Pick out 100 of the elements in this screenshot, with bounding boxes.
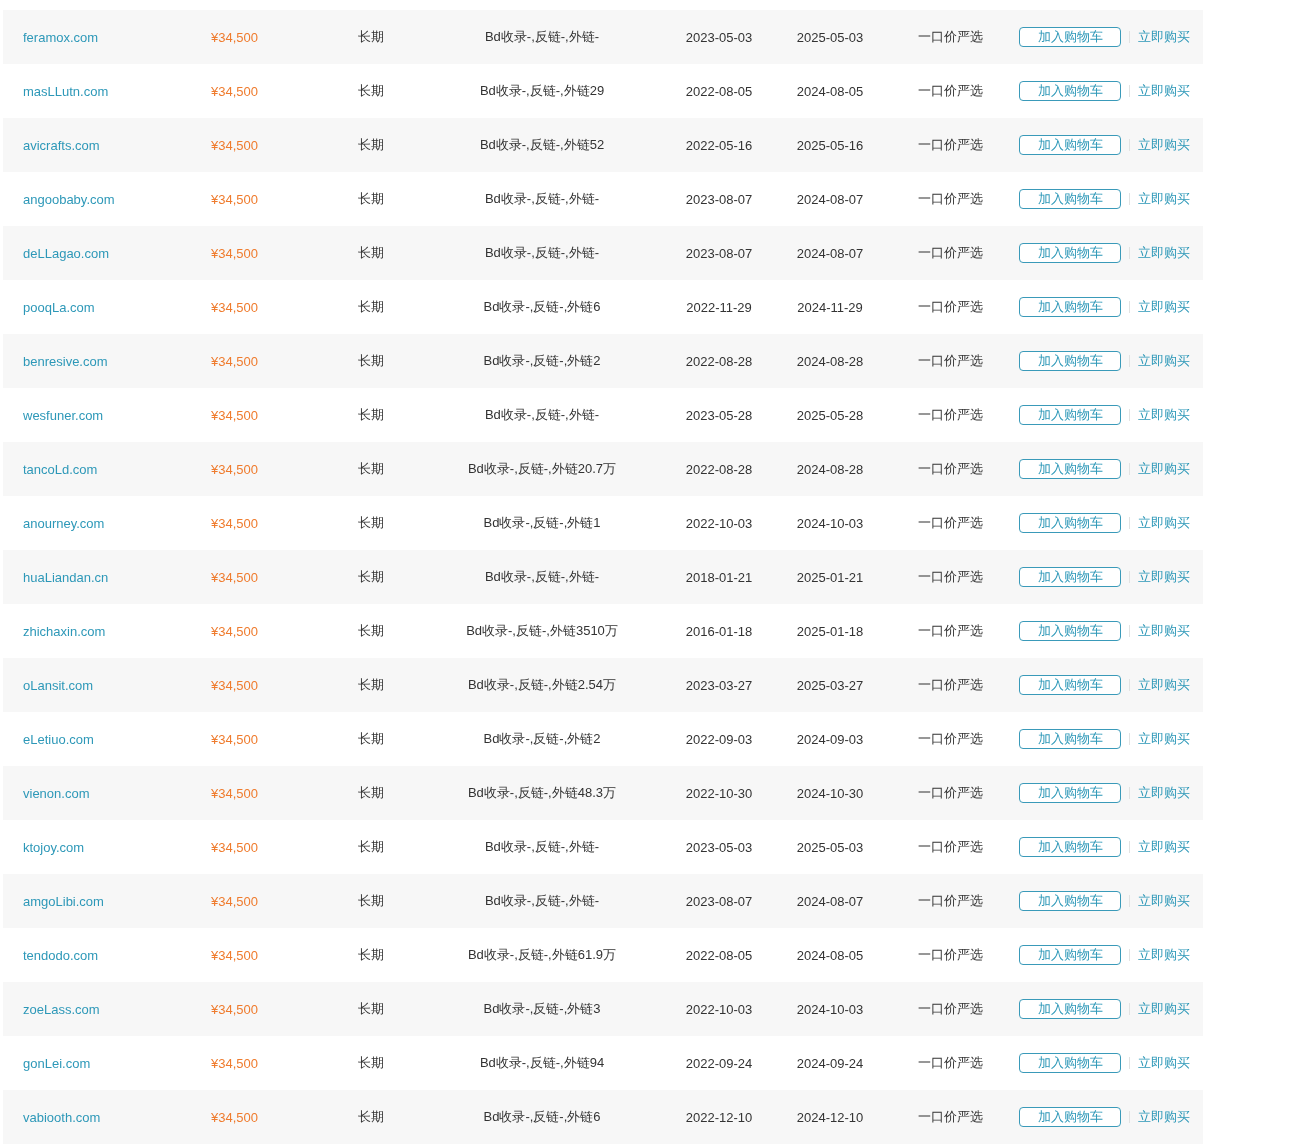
domain-link[interactable]: angoobaby.com (3, 191, 115, 207)
buy-now-link[interactable]: 立即购买 (1138, 1108, 1190, 1126)
domain-link[interactable]: eLetiuo.com (3, 731, 94, 747)
term: 长期 (358, 1054, 384, 1072)
domain-link[interactable]: ktojoy.com (3, 839, 85, 855)
add-to-cart-button[interactable]: 加入购物车 (1019, 837, 1121, 857)
add-to-cart-button[interactable]: 加入购物车 (1019, 1107, 1121, 1127)
add-to-cart-button[interactable]: 加入购物车 (1019, 189, 1121, 209)
buy-now-link[interactable]: 立即购买 (1138, 622, 1190, 640)
sale-type: 一口价严选 (917, 568, 983, 586)
add-to-cart-button[interactable]: 加入购物车 (1019, 243, 1121, 263)
sale-type: 一口价严选 (917, 406, 983, 424)
buy-now-link[interactable]: 立即购买 (1138, 244, 1190, 262)
term: 长期 (358, 946, 384, 964)
domain-link[interactable]: masLLutn.com (3, 83, 109, 99)
domain-link[interactable]: deLLagao.com (3, 245, 109, 261)
add-to-cart-button[interactable]: 加入购物车 (1019, 729, 1121, 749)
seo-stats: Bd收录-,反链-,外链- (484, 244, 600, 262)
price: ¥34,500 (211, 137, 258, 153)
expiry-date: 2024-09-24 (796, 1055, 864, 1071)
term: 长期 (358, 838, 384, 856)
registered-date: 2022-08-05 (685, 947, 753, 963)
add-to-cart-button[interactable]: 加入购物车 (1019, 513, 1121, 533)
domain-link[interactable]: wesfuner.com (3, 407, 104, 423)
domain-link[interactable]: zoeLass.com (3, 1001, 100, 1017)
add-to-cart-button[interactable]: 加入购物车 (1019, 567, 1121, 587)
add-to-cart-button[interactable]: 加入购物车 (1019, 945, 1121, 965)
registered-date: 2023-08-07 (685, 245, 753, 261)
buy-now-link[interactable]: 立即购买 (1138, 406, 1190, 424)
buy-now-link[interactable]: 立即购买 (1138, 136, 1190, 154)
add-to-cart-button[interactable]: 加入购物车 (1019, 783, 1121, 803)
buy-now-link[interactable]: 立即购买 (1138, 514, 1190, 532)
domain-link[interactable]: anourney.com (3, 515, 105, 531)
add-to-cart-button[interactable]: 加入购物车 (1019, 459, 1121, 479)
expiry-date: 2024-10-03 (796, 1001, 864, 1017)
price: ¥34,500 (211, 1109, 258, 1125)
add-to-cart-button[interactable]: 加入购物车 (1019, 621, 1121, 641)
buy-now-link[interactable]: 立即购买 (1138, 568, 1190, 586)
expiry-date: 2024-11-29 (797, 299, 863, 315)
domain-link[interactable]: tancoLd.com (3, 461, 98, 477)
buy-now-link[interactable]: 立即购买 (1138, 784, 1190, 802)
term: 长期 (358, 892, 384, 910)
term: 长期 (358, 568, 384, 586)
add-to-cart-button[interactable]: 加入购物车 (1019, 27, 1121, 47)
buy-now-link[interactable]: 立即购买 (1138, 1000, 1190, 1018)
buy-now-link[interactable]: 立即购买 (1138, 28, 1190, 46)
price: ¥34,500 (211, 353, 258, 369)
sale-type: 一口价严选 (917, 460, 983, 478)
registered-date: 2023-08-07 (685, 191, 753, 207)
registered-date: 2023-05-28 (685, 407, 753, 423)
domain-link[interactable]: amgoLibi.com (3, 893, 104, 909)
term: 长期 (358, 622, 384, 640)
domain-link[interactable]: gonLei.com (3, 1055, 91, 1071)
sale-type: 一口价严选 (917, 1000, 983, 1018)
add-to-cart-button[interactable]: 加入购物车 (1019, 891, 1121, 911)
buy-now-link[interactable]: 立即购买 (1138, 460, 1190, 478)
buy-now-link[interactable]: 立即购买 (1138, 1054, 1190, 1072)
domain-link[interactable]: pooqLa.com (3, 299, 95, 315)
add-to-cart-button[interactable]: 加入购物车 (1019, 999, 1121, 1019)
domain-link[interactable]: vabiooth.com (3, 1109, 101, 1125)
add-to-cart-button[interactable]: 加入购物车 (1019, 675, 1121, 695)
add-to-cart-button[interactable]: 加入购物车 (1019, 297, 1121, 317)
domain-link[interactable]: oLansit.com (3, 677, 94, 693)
buy-now-link[interactable]: 立即购买 (1138, 352, 1190, 370)
expiry-date: 2024-09-03 (796, 731, 864, 747)
add-to-cart-button[interactable]: 加入购物车 (1019, 405, 1121, 425)
domain-link[interactable]: benresive.com (3, 353, 108, 369)
sale-type: 一口价严选 (917, 352, 983, 370)
buy-now-link[interactable]: 立即购买 (1138, 946, 1190, 964)
domain-link[interactable]: zhichaxin.com (3, 623, 106, 639)
buy-now-link[interactable]: 立即购买 (1138, 676, 1190, 694)
domain-link[interactable]: huaLiandan.cn (3, 569, 109, 585)
term: 长期 (358, 28, 384, 46)
expiry-date: 2024-08-05 (796, 947, 864, 963)
seo-stats: Bd收录-,反链-,外链- (484, 28, 600, 46)
domain-link[interactable]: tendodo.com (3, 947, 99, 963)
buy-now-link[interactable]: 立即购买 (1138, 82, 1190, 100)
seo-stats: Bd收录-,反链-,外链48.3万 (467, 784, 617, 802)
term: 长期 (358, 514, 384, 532)
term: 长期 (358, 460, 384, 478)
buy-now-link[interactable]: 立即购买 (1138, 892, 1190, 910)
domain-link[interactable]: feramox.com (3, 29, 99, 45)
domain-link[interactable]: avicrafts.com (3, 137, 100, 153)
buy-now-link[interactable]: 立即购买 (1138, 838, 1190, 856)
registered-date: 2022-08-28 (685, 353, 753, 369)
add-to-cart-button[interactable]: 加入购物车 (1019, 81, 1121, 101)
add-to-cart-button[interactable]: 加入购物车 (1019, 1053, 1121, 1073)
sale-type: 一口价严选 (917, 1054, 983, 1072)
add-to-cart-button[interactable]: 加入购物车 (1019, 351, 1121, 371)
add-to-cart-button[interactable]: 加入购物车 (1019, 135, 1121, 155)
buy-now-link[interactable]: 立即购买 (1138, 190, 1190, 208)
registered-date: 2022-10-03 (685, 515, 753, 531)
sale-type: 一口价严选 (917, 676, 983, 694)
expiry-date: 2025-03-27 (796, 677, 864, 693)
price: ¥34,500 (211, 839, 258, 855)
domain-link[interactable]: vienon.com (3, 785, 90, 801)
buy-now-link[interactable]: 立即购买 (1138, 298, 1190, 316)
buy-now-link[interactable]: 立即购买 (1138, 730, 1190, 748)
seo-stats: Bd收录-,反链-,外链29 (479, 82, 605, 100)
price: ¥34,500 (211, 29, 258, 45)
